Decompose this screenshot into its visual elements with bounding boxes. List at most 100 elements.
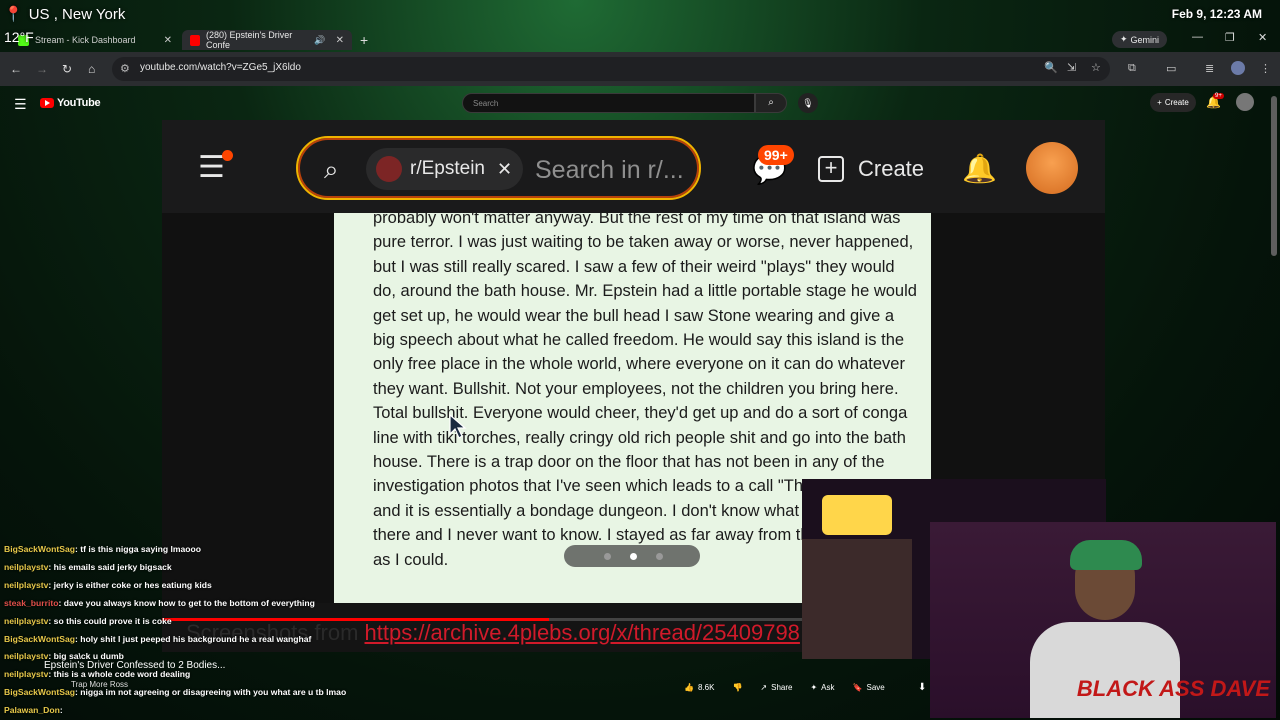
hamburger-icon[interactable]: ☰ <box>14 96 27 113</box>
reddit-create: + Create <box>818 156 924 182</box>
sidepanel-icon[interactable]: ▭ <box>1166 62 1176 75</box>
plus-icon: + <box>818 156 844 182</box>
chat-username: steak_burrito <box>4 597 59 608</box>
ask-label: Ask <box>821 683 835 692</box>
notification-dot <box>222 150 233 161</box>
chat-separator: : <box>59 705 63 716</box>
address-row: ← → ↻ ⌂ ⚙ youtube.com/watch?v=ZGe5_jX6ld… <box>0 52 1280 86</box>
chat-username: neilplaystv <box>4 561 49 572</box>
subreddit-chip: r/Epstein ✕ <box>366 148 523 190</box>
gemini-button[interactable]: ✦ Gemini <box>1112 31 1167 48</box>
chat-username: BigSackWontSag <box>4 633 75 644</box>
location-label: 📍 US , New York <box>4 5 126 24</box>
subreddit-name: r/Epstein <box>410 158 485 179</box>
streamer-cap <box>1070 540 1142 570</box>
site-info-icon[interactable]: ⚙ <box>120 62 130 75</box>
chat-message: neilplaystv: so this could prove it is c… <box>4 613 384 631</box>
video-actions: 👍 8.6K 👎 ↗ Share ✦ Ask 🔖 Save <box>680 682 889 693</box>
chat-text: jerky is either coke or hes eatiung kids <box>53 579 212 590</box>
chat-message: neilplaystv: his emails said jerky bigsa… <box>4 559 384 577</box>
chat-username: BigSackWontSag <box>4 687 75 698</box>
profile-avatar[interactable] <box>1231 61 1245 75</box>
notification-badge: 9+ <box>1213 93 1224 99</box>
reddit-search-placeholder: Search in r/... <box>535 156 684 184</box>
maximize-button[interactable]: ❐ <box>1225 31 1235 44</box>
tab-youtube[interactable]: (280) Epstein's Driver Confe 🔊 ✕ <box>182 30 352 50</box>
mic-button[interactable]: 🎙 <box>798 93 818 113</box>
chat-text: holy shit I just peeped his background h… <box>80 633 312 644</box>
close-icon: ✕ <box>496 158 513 179</box>
sparkle-icon: ✦ <box>810 683 818 692</box>
zoom-icon[interactable]: 🔍 <box>1044 61 1058 74</box>
download-icon[interactable]: ⬇ <box>918 682 926 693</box>
close-icon[interactable]: ✕ <box>336 35 344 46</box>
logo-text: YouTube <box>57 97 101 109</box>
minimize-button[interactable]: — <box>1192 31 1203 43</box>
video-title: Epstein's Driver Confessed to 2 Bodies..… <box>44 660 226 671</box>
close-icon[interactable]: ✕ <box>164 35 172 46</box>
tab-kick[interactable]: Stream - Kick Dashboard ✕ <box>10 30 180 50</box>
temperature-label: 12°F <box>4 29 34 45</box>
chat-username: BigSackWontSag <box>4 544 75 554</box>
chat-username: neilplaystv <box>4 615 49 626</box>
tab-label: Stream - Kick Dashboard <box>35 35 136 45</box>
pager-dot <box>656 553 663 560</box>
plus-icon: + <box>1157 98 1162 107</box>
window-close-button[interactable]: ✕ <box>1258 31 1267 44</box>
speaker-icon[interactable]: 🔊 <box>314 35 325 46</box>
account-avatar[interactable] <box>1236 93 1254 111</box>
reload-icon[interactable]: ↻ <box>62 62 72 76</box>
chat-message: neilplaystv: jerky is either coke or hes… <box>4 577 384 595</box>
youtube-logo[interactable]: YouTube <box>40 97 101 109</box>
location-text: US , New York <box>28 5 126 23</box>
chapter-label: Trap More Ross <box>71 680 129 689</box>
forward-icon[interactable]: → <box>36 62 48 76</box>
extensions-icon[interactable]: ⧉ <box>1128 62 1136 75</box>
chat-overlay: BigSackWontSag: tf is this nigga saying … <box>4 541 384 720</box>
bookmark-star-icon[interactable]: ☆ <box>1091 61 1101 74</box>
search-button[interactable]: ⌕ <box>755 93 787 113</box>
save-button[interactable]: 🔖 Save <box>849 682 889 693</box>
chat-text: so this could prove it is coke <box>53 615 172 626</box>
share-button[interactable]: ↗ Share <box>756 682 796 693</box>
webcam-feed: BLACK ASS DAVE <box>930 522 1276 718</box>
reddit-avatar <box>1026 142 1078 194</box>
bell-icon: 🔔 <box>962 153 997 184</box>
chat-text: tf is this nigga saying lmaooo <box>80 544 202 554</box>
chat-text: dave you always know how to get to the b… <box>63 597 315 608</box>
back-icon[interactable]: ← <box>10 62 22 76</box>
scrollbar[interactable] <box>1271 96 1277 256</box>
menu-icon[interactable]: ⋮ <box>1260 62 1271 75</box>
search-icon: ⌕ <box>324 154 339 184</box>
chat-message: BigSackWontSag: tf is this nigga saying … <box>4 541 384 559</box>
url-text: youtube.com/watch?v=ZGe5_jX6ldo <box>140 62 301 73</box>
address-bar[interactable]: ⚙ youtube.com/watch?v=ZGe5_jX6ldo 🔍 ⇲ ☆ <box>112 57 1110 81</box>
pager-dot-active <box>630 553 637 560</box>
streamer-body <box>1030 622 1180 718</box>
chat-badge: 99+ <box>758 145 794 165</box>
thumbs-up-icon: 👍 <box>684 683 694 692</box>
share-icon: ↗ <box>760 683 768 692</box>
create-label: Create <box>1164 98 1189 107</box>
reddit-create-label: Create <box>858 156 925 181</box>
chat-message: Palawan_Don: <box>4 702 384 720</box>
media-icon[interactable]: ≣ <box>1205 62 1214 75</box>
like-button[interactable]: 👍 8.6K <box>680 682 718 693</box>
create-button[interactable]: + Create <box>1150 93 1196 112</box>
tab-label: (280) Epstein's Driver Confe <box>205 30 293 50</box>
ask-button[interactable]: ✦ Ask <box>806 682 838 693</box>
mouse-cursor-icon <box>449 414 467 439</box>
dislike-button[interactable]: 👎 <box>728 682 746 693</box>
youtube-icon <box>190 34 200 46</box>
caption-link: https://archive.4plebs.org/x/thread/2540… <box>364 620 800 645</box>
like-count: 8.6K <box>697 683 715 692</box>
chat-message: BigSackWontSag: nigga im not agreeing or… <box>4 684 384 702</box>
search-input[interactable]: Search <box>462 93 755 113</box>
home-icon[interactable]: ⌂ <box>88 62 95 76</box>
bookmark-icon: 🔖 <box>852 683 863 692</box>
install-icon[interactable]: ⇲ <box>1067 61 1076 74</box>
tab-bar: Stream - Kick Dashboard ✕ (280) Epstein'… <box>0 28 1280 50</box>
new-tab-button[interactable]: + <box>360 32 368 48</box>
gemini-label: Gemini <box>1130 34 1160 45</box>
shelf <box>802 539 912 659</box>
